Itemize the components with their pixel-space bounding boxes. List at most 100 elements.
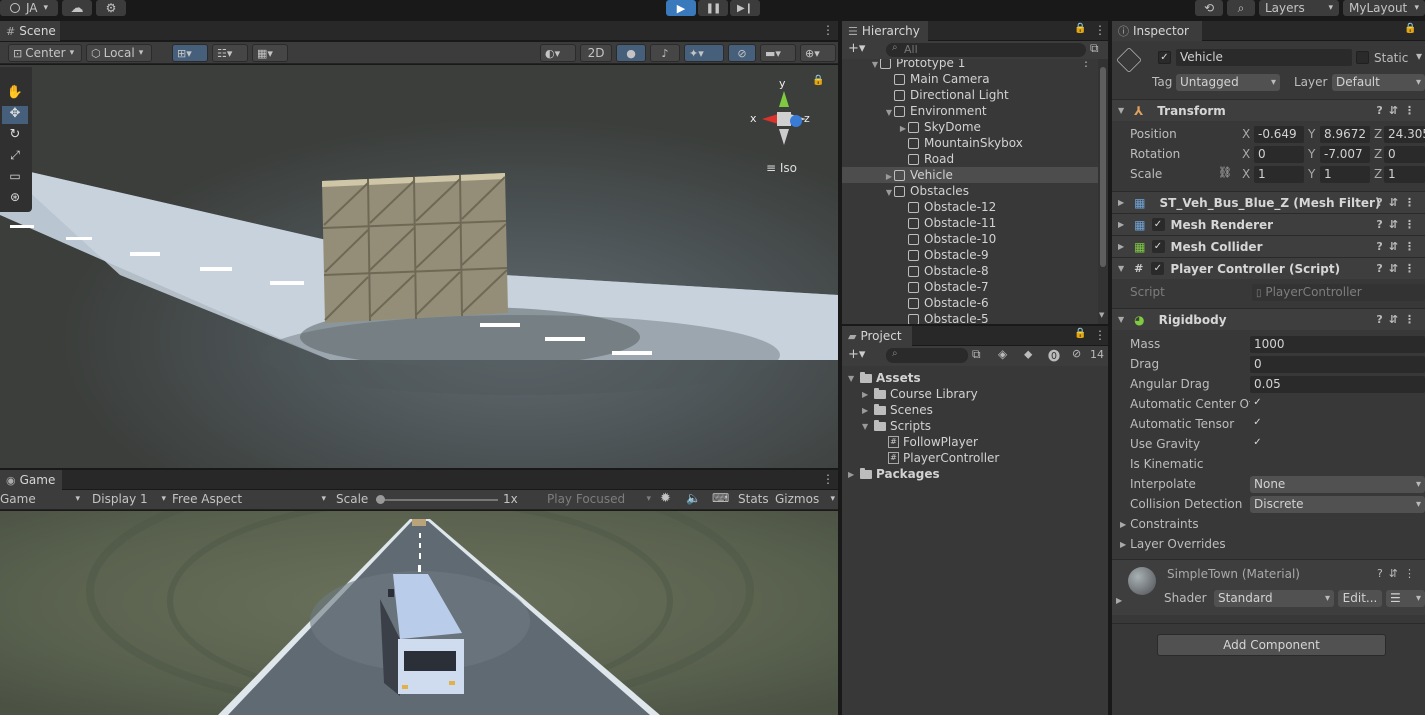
player-controller-checkbox[interactable]: ✓ [1151,262,1165,275]
mesh-filter-header[interactable]: ▶ ▦ ST_Veh_Bus_Blue_Z (Mesh Filter) ?⇵⋮ [1112,191,1425,213]
hierarchy-item[interactable]: Obstacle-5 [842,311,1098,324]
foldout-open-icon[interactable]: ▼ [882,108,892,117]
is-kinematic-checkbox[interactable] [1251,457,1264,470]
cloud-button[interactable]: ☁ [62,0,92,16]
component-actions[interactable]: ?⇵⋮ [1377,567,1421,580]
hierarchy-item[interactable]: Obstacle-10 [842,231,1098,247]
foldout-closed-icon[interactable]: ▶ [862,390,872,399]
project-item[interactable]: # PlayerController [876,450,999,466]
use-gravity-checkbox[interactable]: ✓ [1251,437,1264,450]
hierarchy-item[interactable]: ▼ Prototype 1 [842,59,1098,71]
tab-project[interactable]: ▰ Project [842,326,912,346]
rotate-tool-icon[interactable]: ↻ [4,127,26,145]
foldout-closed-icon[interactable]: ▶ [848,470,858,479]
project-item[interactable]: ▼ Assets [848,370,921,386]
grid-visibility-button[interactable]: ▦▾ [252,44,288,62]
shader-dropdown[interactable]: Standard [1214,590,1334,607]
scale-tool-icon[interactable]: ⤢ [4,148,26,166]
foldout-open-icon[interactable]: ▼ [882,188,892,197]
rotation-x-field[interactable]: 0 [1254,146,1304,163]
more-icon[interactable]: ⋮ [1094,23,1106,37]
add-object-button[interactable]: +▾ [848,41,865,56]
effects-dropdown[interactable]: ✦▾ [684,44,724,62]
project-item[interactable]: ▼ Scripts [862,418,931,434]
hidden-packages-icon[interactable]: ⊘ [1072,347,1081,360]
hierarchy-item[interactable]: Obstacle-7 [842,279,1098,295]
step-button[interactable]: ▶❙ [730,0,760,16]
scale-z-field[interactable]: 1 [1384,166,1425,183]
tab-inspector[interactable]: ⓘ Inspector [1112,21,1202,41]
foldout-closed-icon[interactable]: ▶ [1116,596,1122,605]
project-item[interactable]: ▶ Scenes [862,402,933,418]
component-actions[interactable]: ?⇵⋮ [1376,218,1421,231]
search-button[interactable]: ⌕ [1227,0,1255,16]
more-icon[interactable]: ⋮ [1094,328,1106,342]
lighting-toggle[interactable]: ● [616,44,646,62]
rect-tool-icon[interactable]: ▭ [4,169,26,187]
chevron-down-icon[interactable]: ▾ [1416,49,1422,63]
gizmos-dropdown[interactable]: ⊕▾ [800,44,836,62]
grid-snap-button[interactable]: ⊞▾ [172,44,208,62]
space-dropdown[interactable]: ⬡ Local ▾ [86,44,152,62]
hierarchy-scrollbar[interactable]: ▼ [1098,59,1108,324]
layer-overrides-foldout[interactable]: ▶ Layer Overrides [1120,537,1226,551]
tag-dropdown[interactable]: Untagged [1176,74,1280,91]
visibility-toggle[interactable]: ⊘ [728,44,756,62]
move-tool-icon[interactable]: ✥ [2,106,28,124]
active-checkbox[interactable]: ✓ [1158,51,1171,64]
mesh-collider-checkbox[interactable]: ✓ [1151,240,1165,253]
hierarchy-item[interactable]: MountainSkybox [842,135,1098,151]
play-focused-dropdown[interactable]: Play Focused ▾ [547,492,651,506]
pivot-dropdown[interactable]: ⊡ Center ▾ [8,44,82,62]
tab-hierarchy[interactable]: ☰ Hierarchy [842,21,928,41]
position-y-field[interactable]: 8.9672 [1320,126,1370,143]
game-mode-dropdown[interactable]: Game ▾ [0,492,80,506]
splitter-vertical[interactable] [838,20,842,715]
display-dropdown[interactable]: Display 1 ▾ [92,492,166,506]
mesh-renderer-header[interactable]: ▶ ▦ ✓ Mesh Renderer ?⇵⋮ [1112,213,1425,235]
mass-field[interactable]: 1000 [1250,336,1425,353]
project-item[interactable]: # FollowPlayer [876,434,978,450]
project-item[interactable]: ▶ Course Library [862,386,978,402]
search-by-label-icon[interactable]: ◈ [998,347,1007,361]
stats-button[interactable]: Stats [738,492,769,506]
lock-icon[interactable]: 🔒 [1074,23,1086,34]
rotation-y-field[interactable]: -7.007 [1320,146,1370,163]
auto-center-of-mass-checkbox[interactable]: ✓ [1251,397,1264,410]
tag-icon[interactable]: ⬥ [1024,347,1032,362]
static-checkbox[interactable] [1356,51,1369,64]
hierarchy-search-input[interactable]: ⌕ All [886,42,1086,57]
hierarchy-item[interactable]: ▶ SkyDome [842,119,1098,135]
mesh-renderer-checkbox[interactable]: ✓ [1151,218,1165,231]
hierarchy-scroll-thumb[interactable] [1100,67,1106,267]
bug-icon[interactable]: ✹ [660,491,671,506]
lock-icon[interactable]: 🔒 [1404,23,1416,34]
draw-mode-dropdown[interactable]: ◐▾ [540,44,576,62]
player-controller-header[interactable]: ▼ # ✓ Player Controller (Script) ?⇵⋮ [1112,257,1425,279]
play-button[interactable]: ▶ [666,0,696,16]
search-by-type-icon[interactable]: ⧉ [972,347,981,362]
pause-button[interactable]: ❚❚ [698,0,728,16]
add-component-button[interactable]: Add Component [1157,634,1386,656]
more-icon[interactable]: ⋮ [822,23,834,37]
hierarchy-item[interactable]: Road [842,151,1098,167]
foldout-closed-icon[interactable]: ▶ [882,172,892,181]
hierarchy-item[interactable]: Directional Light [842,87,1098,103]
gizmos-dropdown[interactable]: Gizmos ▾ [775,492,835,506]
game-viewport[interactable] [0,511,838,715]
hierarchy-item[interactable]: Obstacle-6 [842,295,1098,311]
link-icon[interactable]: ⛓ [1218,166,1232,179]
more-icon[interactable]: ⋮ [822,472,834,486]
constraints-foldout[interactable]: ▶ Constraints [1120,517,1199,531]
hand-tool-icon[interactable]: ✋ [4,85,26,103]
foldout-closed-icon[interactable]: ▶ [862,406,872,415]
hierarchy-item[interactable]: Obstacle-9 [842,247,1098,263]
rotation-z-field[interactable]: 0 [1384,146,1425,163]
hierarchy-item[interactable]: ▼ Environment [842,103,1098,119]
object-name-field[interactable]: Vehicle [1176,49,1352,66]
create-asset-button[interactable]: +▾ [848,347,865,362]
scene-visibility-icon[interactable]: ⧉ [1090,41,1099,56]
position-x-field[interactable]: -0.649 [1254,126,1304,143]
component-actions[interactable]: ?⇵⋮ [1376,262,1421,275]
scale-y-field[interactable]: 1 [1320,166,1370,183]
